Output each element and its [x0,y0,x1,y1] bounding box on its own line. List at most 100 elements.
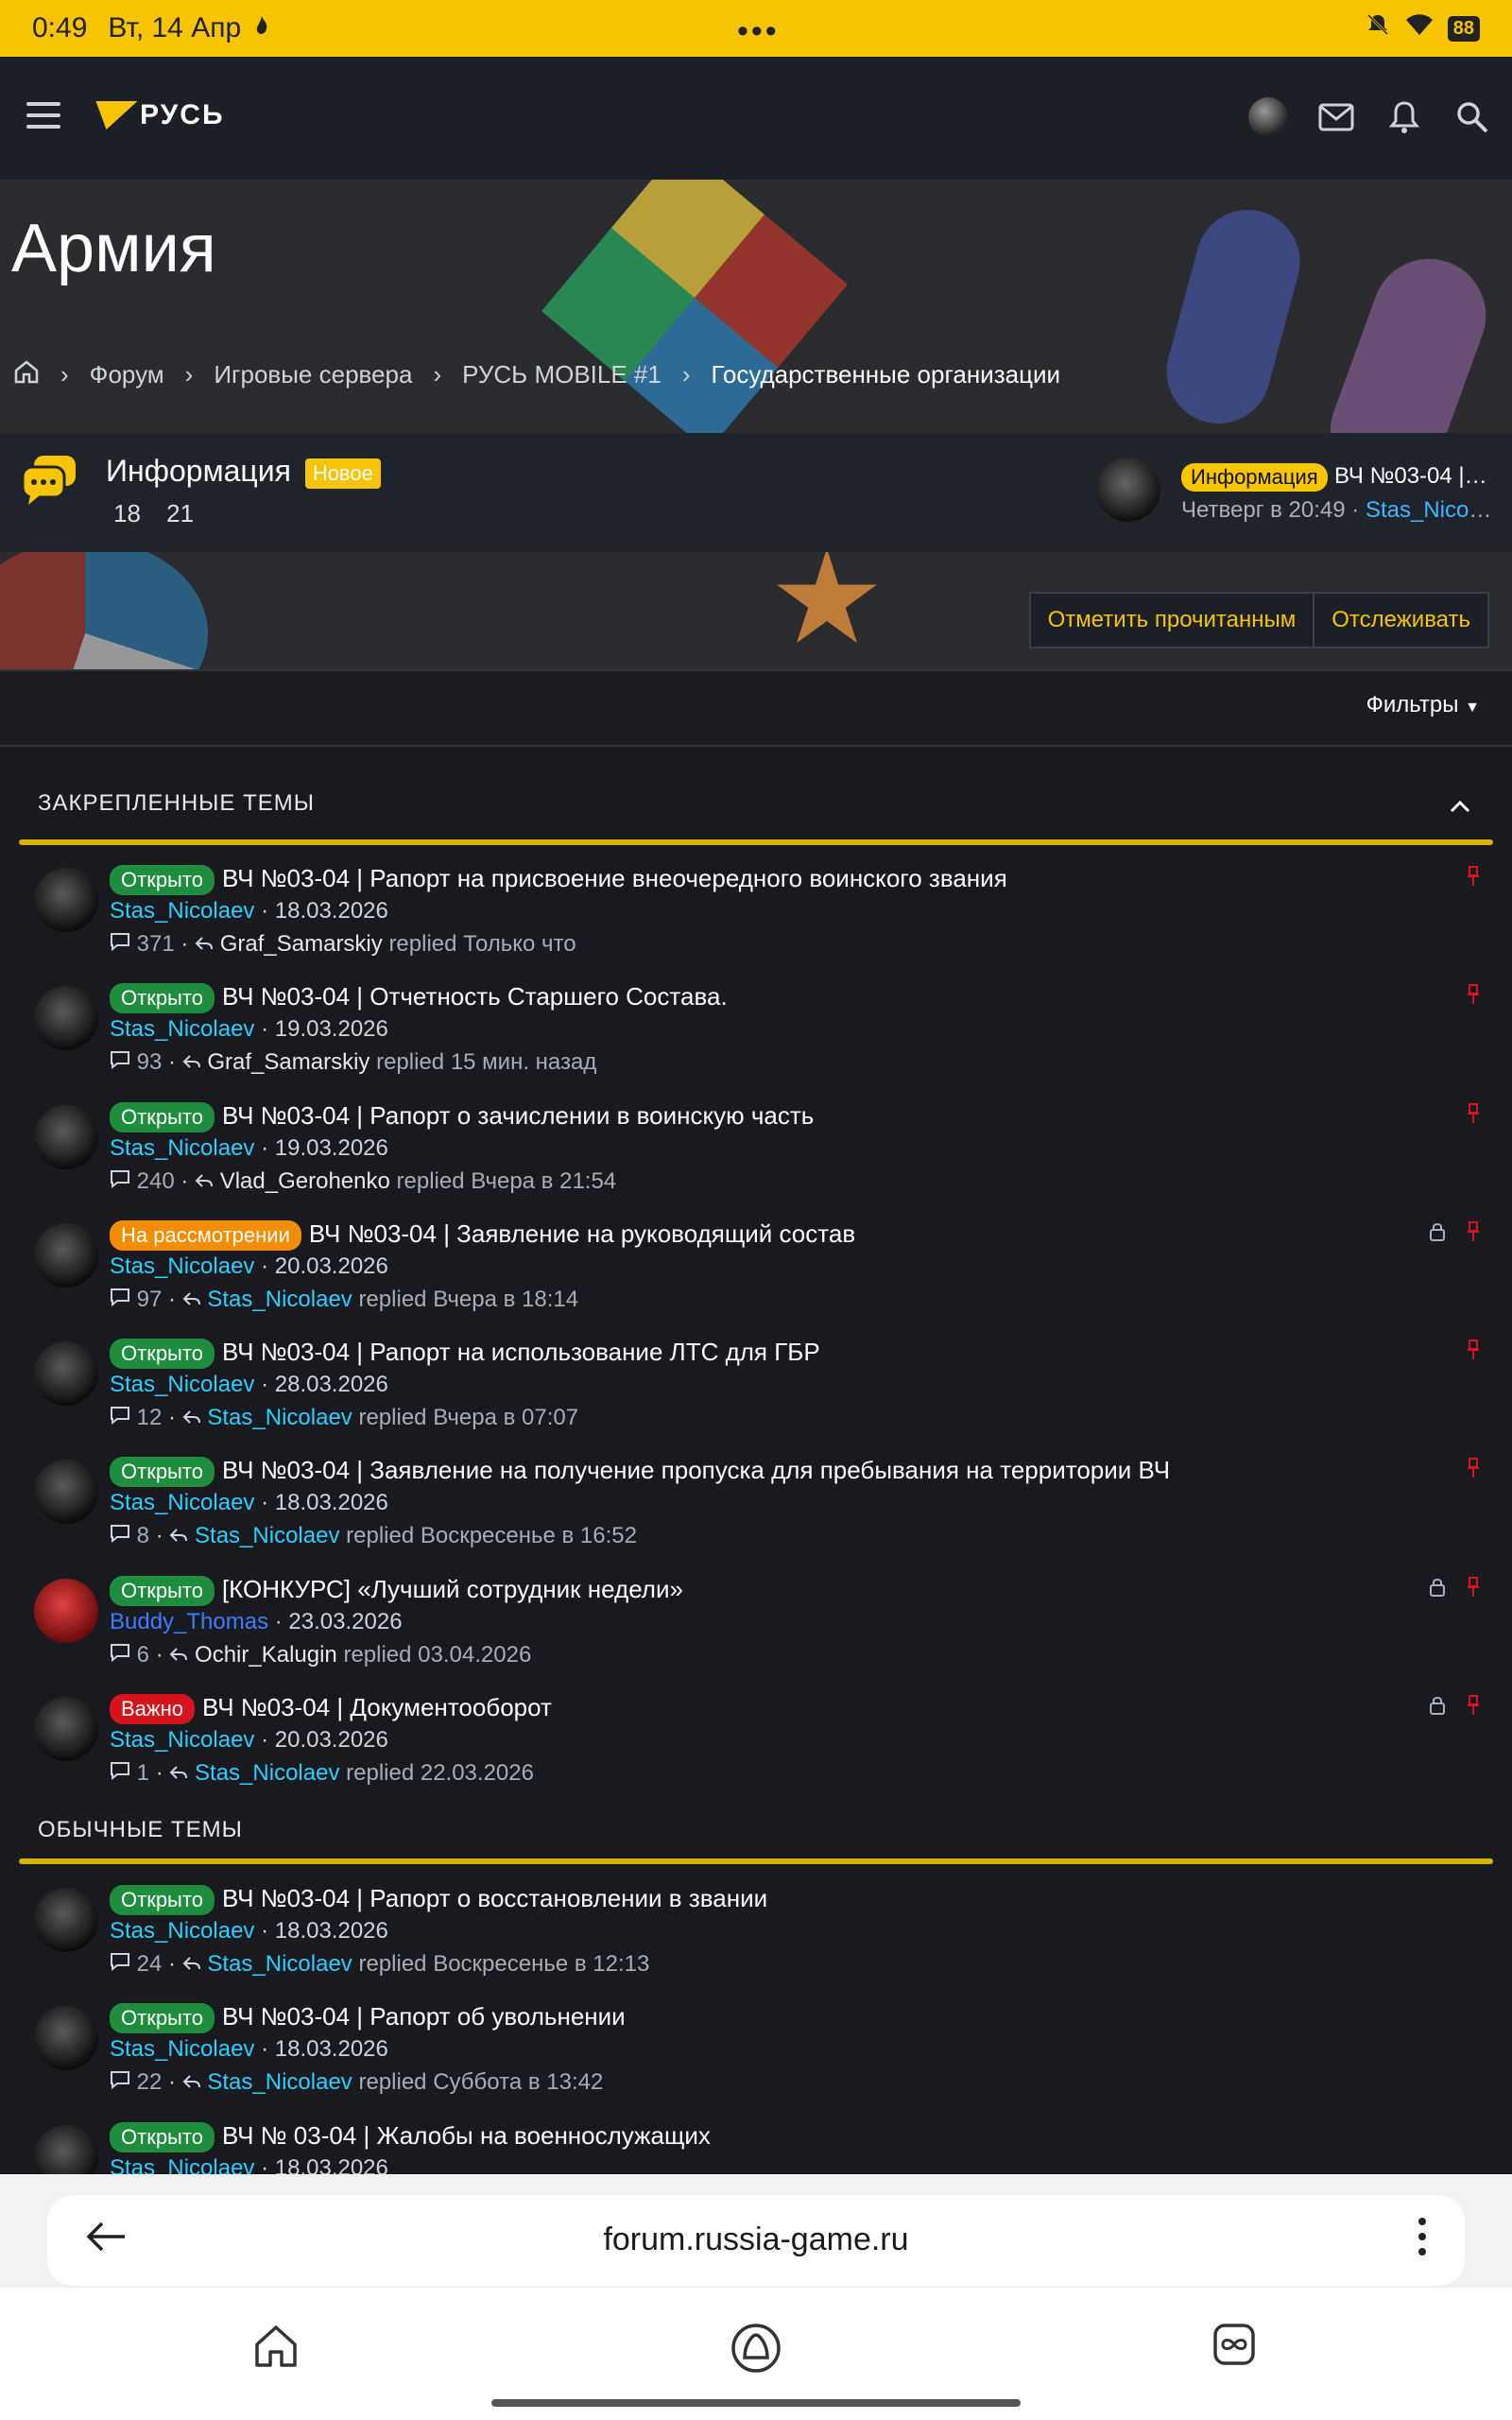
thread-row[interactable]: Открыто [КОНКУРС] «Лучший сотрудник недел… [19,1564,1493,1682]
watch-button[interactable]: Отслеживать [1314,592,1489,648]
pin-icon [1467,984,1480,1011]
last-reply-user[interactable]: Graf_Samarskiy [220,931,383,957]
thread-row[interactable]: Открыто ВЧ №03-04 | Заявление на получени… [19,1444,1493,1563]
browser-address-bar: forum.russia-game.ru [0,2174,1512,2288]
last-reply-time: Вчера в 07:07 [433,1405,579,1430]
thread-author[interactable]: Stas_Nicolaev [110,1016,254,1042]
battery-indicator: 88 [1447,15,1480,42]
thread-row[interactable]: Открыто ВЧ №03-04 | Отчетность Старшего С… [19,971,1493,1089]
url-field[interactable]: forum.russia-game.ru [47,2195,1465,2286]
home-icon[interactable] [13,359,40,390]
thread-author[interactable]: Stas_Nicolaev [110,2036,254,2062]
user-avatar-button[interactable] [1247,96,1289,138]
thread-title[interactable]: ВЧ № 03-04 | Жалобы на военнослужащих [222,2121,711,2150]
thread-title[interactable]: ВЧ №03-04 | Заявление на получение пропу… [222,1456,1170,1484]
thread-title[interactable]: ВЧ №03-04 | Рапорт на использование ЛТС … [222,1338,820,1366]
thread-date: 20.03.2026 [274,1727,388,1753]
last-reply-user[interactable]: Vlad_Gerohenko [220,1168,390,1194]
thread-title[interactable]: ВЧ №03-04 | Отчетность Старшего Состава. [222,982,728,1011]
last-reply-user[interactable]: Graf_Samarskiy [207,1049,369,1075]
site-logo[interactable]: РУСЬ [85,99,225,131]
avatar[interactable] [34,868,98,932]
thread-date: 18.03.2026 [274,1918,388,1944]
wifi-icon [1404,12,1435,44]
starfish-decoration [777,548,877,644]
status-badge: Важно [110,1694,196,1724]
last-reply-user[interactable]: Stas_Nicolaev [207,1951,352,1977]
thread-title[interactable]: ВЧ №03-04 | Заявление на руководящий сос… [309,1219,855,1248]
avatar[interactable] [34,986,98,1050]
last-post-meta: Четверг в 20:49 · Stas_Nicolaev [1181,497,1493,524]
last-post-title[interactable]: ВЧ №03-04 | Рапорт на присвоение внеочер… [1334,463,1493,490]
thread-title[interactable]: [КОНКУРС] «Лучший сотрудник недели» [222,1575,683,1603]
flame-icon [254,12,269,44]
lock-icon [1429,1221,1446,1247]
thread-author[interactable]: Stas_Nicolaev [110,1727,254,1753]
last-reply-user[interactable]: Ochir_Kalugin [195,1642,337,1668]
reply-arrow-icon [182,1287,201,1312]
url-text[interactable]: forum.russia-game.ru [47,2221,1465,2258]
last-reply-user[interactable]: Stas_Nicolaev [207,1405,352,1430]
thread-row[interactable]: На рассмотрении ВЧ №03-04 | Заявление на … [19,1208,1493,1326]
posts-count: 21 [166,499,195,527]
last-reply-user[interactable]: Stas_Nicolaev [195,1523,339,1548]
mark-read-button[interactable]: Отметить прочитанным [1028,592,1315,648]
thread-author[interactable]: Stas_Nicolaev [110,1372,254,1397]
breadcrumb-server[interactable]: РУСЬ MOBILE #1 [462,360,662,389]
thread-title[interactable]: ВЧ №03-04 | Документооборот [202,1693,552,1721]
breadcrumb-gov-orgs[interactable]: Государственные организации [712,360,1061,389]
filters-dropdown[interactable]: Фильтры ▼ [1366,692,1480,718]
breadcrumb-forum[interactable]: Форум [90,360,164,389]
thread-author[interactable]: Stas_Nicolaev [110,1490,254,1515]
thread-row[interactable]: Важно ВЧ №03-04 | Документооборот Stas_Nic… [19,1682,1493,1800]
thread-title[interactable]: ВЧ №03-04 | Рапорт о зачислении в воинск… [222,1101,814,1130]
caret-down-icon: ▼ [1465,700,1480,716]
assistant-icon[interactable] [730,2322,782,2379]
thread-author[interactable]: Stas_Nicolaev [110,1135,254,1161]
avatar[interactable] [34,1341,98,1406]
thread-author[interactable]: Stas_Nicolaev [110,898,254,924]
last-reply-user[interactable]: Stas_Nicolaev [207,2069,352,2095]
avatar[interactable] [34,1223,98,1288]
more-options-icon[interactable] [1418,2216,1427,2262]
notifications-bell-icon[interactable] [1383,96,1425,138]
thread-title[interactable]: ВЧ №03-04 | Рапорт об увольнении [222,2002,626,2031]
hamburger-menu-icon[interactable] [26,102,60,136]
avatar[interactable] [34,1579,98,1643]
thread-title[interactable]: ВЧ №03-04 | Рапорт о восстановлении в зв… [222,1884,767,1912]
mail-icon[interactable] [1315,96,1357,138]
last-reply-user[interactable]: Stas_Nicolaev [207,1287,352,1312]
thread-row[interactable]: Открыто ВЧ №03-04 | Рапорт об увольнении S… [19,1991,1493,2109]
collapse-chevron-icon[interactable] [1450,790,1470,820]
avatar[interactable] [34,1697,98,1761]
filters-label: Фильтры [1366,692,1459,717]
home-icon[interactable] [251,2322,301,2376]
tabs-icon[interactable] [1211,2322,1257,2372]
thread-row[interactable]: Открыто ВЧ №03-04 | Рапорт о восстановлен… [19,1873,1493,1991]
thread-author[interactable]: Stas_Nicolaev [110,1918,254,1944]
avatar[interactable] [34,1105,98,1169]
thread-title[interactable]: ВЧ №03-04 | Рапорт на присвоение внеочер… [222,864,1007,892]
status-badge: Открыто [110,1102,215,1132]
thread-author[interactable]: Stas_Nicolaev [110,1253,254,1279]
last-post-time: Четверг в 20:49 [1181,497,1346,523]
thread-date: 20.03.2026 [274,1253,388,1279]
thread-row[interactable]: Открыто ВЧ №03-04 | Рапорт о зачислении в… [19,1090,1493,1208]
thread-author[interactable]: Buddy_Thomas [110,1609,268,1634]
thread-row[interactable]: Открыто ВЧ №03-04 | Рапорт на присвоение … [19,853,1493,971]
last-post-user[interactable]: Stas_Nicolaev [1366,497,1493,523]
thread-row[interactable]: Открыто ВЧ №03-04 | Рапорт на использован… [19,1326,1493,1444]
home-indicator[interactable] [491,2399,1021,2407]
replied-label: replied [358,1405,427,1430]
avatar[interactable] [34,1460,98,1524]
avatar[interactable] [34,2006,98,2070]
normal-section-title: ОБЫЧНЫЕ ТЕМЫ [38,1817,243,1842]
breadcrumb-game-servers[interactable]: Игровые сервера [214,360,412,389]
last-reply-user[interactable]: Stas_Nicolaev [195,1760,339,1786]
status-badge: На рассмотрении [110,1220,301,1251]
subforum-title[interactable]: Информация [106,454,291,488]
pin-icon [1467,1695,1480,1721]
last-post-preview[interactable]: Информация ВЧ №03-04 | Рапорт на присвое… [1096,456,1493,531]
search-icon[interactable] [1452,96,1493,138]
avatar[interactable] [34,1888,98,1952]
